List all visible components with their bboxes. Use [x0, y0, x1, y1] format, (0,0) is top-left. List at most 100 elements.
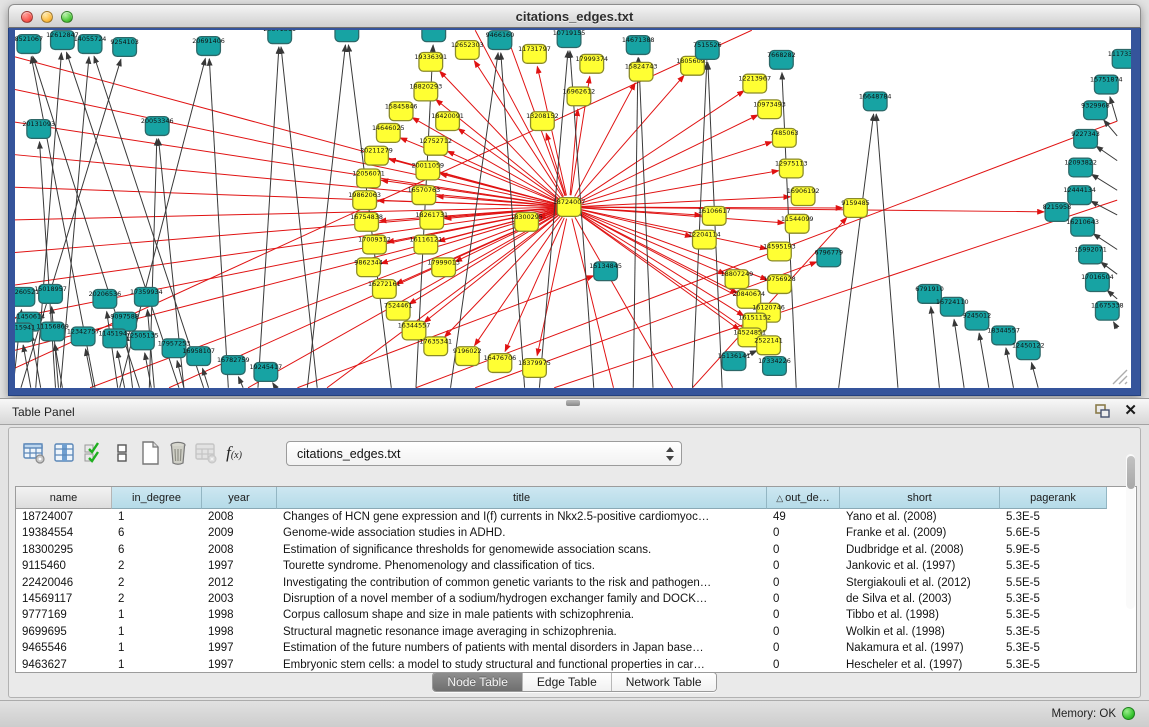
table-cell[interactable]: 14569117	[16, 591, 112, 607]
select-all-icon[interactable]	[81, 440, 107, 466]
network-canvas[interactable]: 1872400719336391126523031173179717999374…	[15, 30, 1131, 388]
table-cell[interactable]: 9777169	[16, 607, 112, 623]
table-cell[interactable]: 1	[112, 624, 202, 640]
float-panel-icon[interactable]	[1095, 404, 1110, 418]
unselect-rows-icon[interactable]	[109, 440, 135, 466]
table-cell[interactable]: 0	[767, 542, 840, 558]
graph-node[interactable]: 18420091	[431, 112, 464, 131]
graph-node[interactable]: 11675338	[1091, 301, 1124, 320]
table-cell[interactable]: 6	[112, 542, 202, 558]
graph-node[interactable]: 16724110	[936, 297, 969, 316]
citation-edge-red[interactable]	[581, 171, 779, 205]
table-cell[interactable]: Changes of HCN gene expression and I(f) …	[277, 509, 767, 525]
graph-node[interactable]: 16106617	[698, 207, 731, 226]
citation-edge-red[interactable]	[15, 57, 558, 204]
table-row[interactable]: 946362711997Embryonic stem cells: a mode…	[16, 657, 1136, 673]
citation-edge-black[interactable]	[86, 349, 93, 388]
graph-node[interactable]: 12652303	[451, 41, 484, 60]
table-cell[interactable]: Estimation of significance thresholds fo…	[277, 542, 767, 558]
graph-node[interactable]: 7668282	[767, 50, 796, 69]
citation-edge-black[interactable]	[238, 377, 243, 388]
citation-edge-black[interactable]	[1032, 363, 1039, 388]
graph-node[interactable]: 14671388	[622, 36, 655, 55]
show-columns-icon[interactable]	[51, 440, 77, 466]
graph-node[interactable]: 18261731	[415, 210, 448, 229]
citation-edge-black[interactable]	[1006, 348, 1013, 388]
table-selector-combobox[interactable]: citations_edges.txt	[286, 441, 682, 466]
table-cell[interactable]: 2009	[202, 525, 277, 541]
graph-node[interactable]: 11731797	[518, 45, 551, 64]
table-cell[interactable]: Investigating the contribution of common…	[277, 575, 767, 591]
table-cell[interactable]: 18724007	[16, 509, 112, 525]
graph-node[interactable]: 9254103	[110, 38, 139, 57]
graph-node[interactable]: 16476706	[484, 354, 517, 373]
graph-node[interactable]: 11156869	[36, 322, 69, 341]
table-cell[interactable]: Jankovic et al. (1997)	[840, 558, 1000, 574]
table-cell[interactable]: 1997	[202, 640, 277, 656]
graph-node[interactable]: 12975113	[775, 159, 808, 178]
graph-node[interactable]: 14646025	[372, 124, 405, 143]
graph-node[interactable]: 17635341	[419, 337, 452, 356]
graph-node[interactable]: 7524461	[384, 301, 413, 320]
graph-node[interactable]: 15824743	[625, 62, 658, 81]
citation-edge-black[interactable]	[1096, 146, 1117, 160]
citation-edge-red[interactable]	[580, 142, 772, 204]
memory-status-icon[interactable]	[1122, 707, 1135, 720]
graph-node[interactable]: 15751874	[1090, 75, 1123, 94]
graph-node[interactable]: 15134845	[589, 262, 622, 281]
column-header-out_de[interactable]: △out_de…	[767, 487, 840, 509]
table-cell[interactable]: 0	[767, 657, 840, 673]
table-cell[interactable]: 5.3E-5	[1000, 657, 1107, 673]
table-cell[interactable]: 0	[767, 525, 840, 541]
column-header-pagerank[interactable]: pagerank	[1000, 487, 1107, 509]
graph-node[interactable]: 16962612	[563, 87, 596, 106]
table-cell[interactable]: 2	[112, 575, 202, 591]
table-cell[interactable]: 5.3E-5	[1000, 624, 1107, 640]
citation-edge-black[interactable]	[954, 319, 964, 387]
resize-grip-icon[interactable]	[1107, 364, 1129, 386]
graph-node[interactable]: 20211279	[360, 146, 393, 165]
citation-edge-black[interactable]	[1114, 322, 1118, 329]
graph-node[interactable]: 12342757	[67, 327, 100, 346]
graph-node[interactable]: 11173304	[1108, 50, 1131, 69]
table-cell[interactable]: Yano et al. (2008)	[840, 509, 1000, 525]
table-row[interactable]: 1830029562008Estimation of significance …	[16, 542, 1136, 558]
graph-node[interactable]: 20691406	[192, 37, 225, 56]
citation-edge-red[interactable]	[575, 217, 673, 387]
graph-node[interactable]: 12505135	[126, 331, 159, 350]
graph-node[interactable]: 12093822	[1064, 158, 1097, 177]
table-cell[interactable]: Hescheler et al. (1997)	[840, 657, 1000, 673]
graph-node[interactable]: 20206536	[89, 289, 122, 308]
table-cell[interactable]: 9115460	[16, 558, 112, 574]
table-cell[interactable]: de Silva et al. (2003)	[840, 591, 1000, 607]
graph-node[interactable]: 7485063	[770, 129, 799, 148]
tab-edge-table[interactable]: Edge Table	[523, 673, 612, 691]
citation-edge-black[interactable]	[639, 58, 653, 388]
table-cell[interactable]: 18300295	[16, 542, 112, 558]
graph-node[interactable]: 12056071	[352, 169, 385, 188]
table-row[interactable]: 1872400712008Changes of HCN gene express…	[16, 509, 1136, 525]
citation-edge-black[interactable]	[149, 139, 157, 388]
citation-edge-red[interactable]	[15, 187, 557, 206]
citation-edge-black[interactable]	[839, 114, 874, 388]
graph-node[interactable]: 16210643	[1066, 217, 1099, 236]
table-cell[interactable]: 6	[112, 525, 202, 541]
table-cell[interactable]: 0	[767, 558, 840, 574]
citation-edge-red[interactable]	[445, 216, 561, 337]
column-header-short[interactable]: short	[840, 487, 1000, 509]
graph-node[interactable]: 16570763	[408, 186, 441, 205]
graph-node[interactable]: 17334226	[758, 357, 791, 376]
table-cell[interactable]: Dudbridge et al. (2008)	[840, 542, 1000, 558]
citation-edge-red[interactable]	[581, 209, 767, 248]
table-row[interactable]: 946554611997Estimation of the future num…	[16, 640, 1136, 656]
table-row[interactable]: 911546021997Tourette syndrome. Phenomeno…	[16, 558, 1136, 574]
graph-node[interactable]: 12444134	[1063, 186, 1096, 205]
graph-node[interactable]: 17009312	[358, 235, 391, 254]
citation-edge-black[interactable]	[1107, 290, 1117, 298]
column-header-in_degree[interactable]: in_degree	[112, 487, 202, 509]
column-header-year[interactable]: year	[202, 487, 277, 509]
table-cell[interactable]: Structural magnetic resonance image aver…	[277, 624, 767, 640]
citation-edge-red[interactable]	[580, 213, 758, 307]
graph-node[interactable]: 9227343	[1071, 129, 1100, 148]
column-header-name[interactable]: name	[16, 487, 112, 509]
